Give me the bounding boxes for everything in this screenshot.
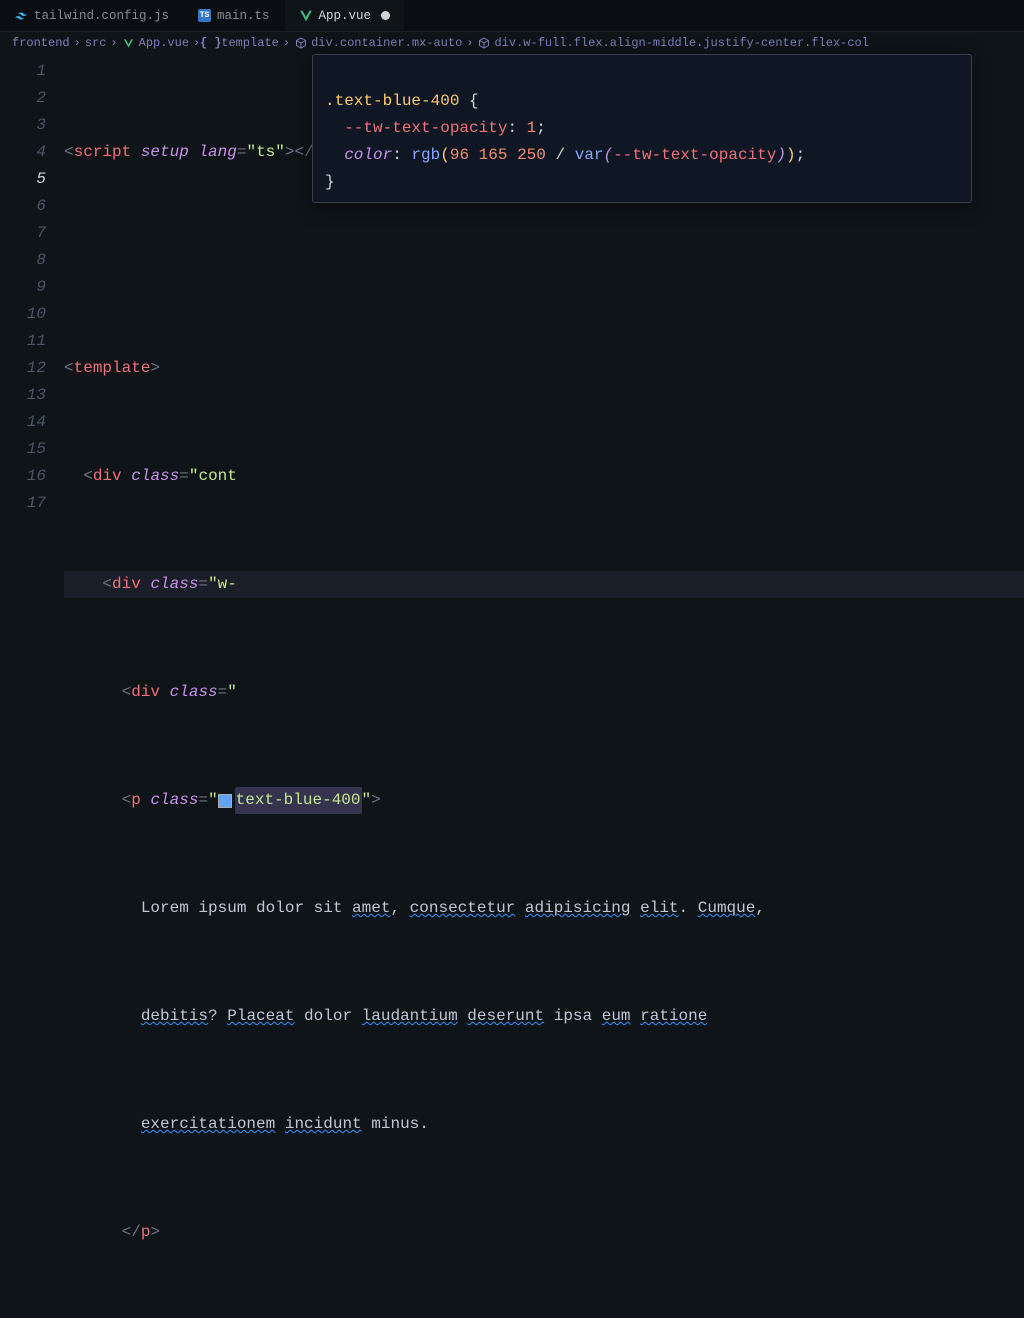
code-line[interactable]: <p class="text-blue-400"> [64, 787, 1024, 814]
code-line[interactable]: Lorem ipsum dolor sit amet, consectetur … [64, 895, 1024, 922]
crumb-item[interactable]: frontend [12, 36, 70, 50]
chevron-right-icon: › [466, 36, 473, 50]
vue-icon [299, 9, 313, 23]
code-line[interactable] [64, 247, 1024, 274]
dirty-indicator-icon [381, 11, 390, 20]
tab-tailwind-config[interactable]: tailwind.config.js [0, 0, 184, 31]
crumb-item[interactable]: { } template [204, 36, 279, 50]
code-line[interactable]: debitis? Placeat dolor laudantium deseru… [64, 1003, 1024, 1030]
hover-tooltip: .text-blue-400 { --tw-text-opacity: 1; c… [312, 54, 972, 203]
chevron-right-icon: › [110, 36, 117, 50]
tab-label: tailwind.config.js [34, 9, 169, 23]
breadcrumb: frontend › src › App.vue › { } template … [0, 32, 1024, 54]
crumb-item[interactable]: div.container.mx-auto [294, 36, 462, 50]
color-swatch-icon [218, 794, 232, 808]
tab-main-ts[interactable]: TS main.ts [184, 0, 285, 31]
code-line[interactable]: <template> [64, 355, 1024, 382]
tab-app-vue[interactable]: App.vue [285, 0, 406, 31]
code-line[interactable]: <div class="cont [64, 463, 1024, 490]
cube-icon [478, 37, 491, 50]
tailwind-icon [14, 9, 28, 23]
code-line[interactable]: <div class=" [64, 679, 1024, 706]
code-line[interactable]: </p> [64, 1219, 1024, 1246]
code-line[interactable]: <div class="w- [64, 571, 1024, 598]
code-line[interactable]: exercitationem incidunt minus. [64, 1111, 1024, 1138]
gutter: 1 2 3 4 5 6 7 8 9 10 11 12 13 14 15 16 1… [0, 54, 64, 659]
braces-icon: { } [204, 37, 217, 50]
cube-icon [294, 37, 307, 50]
vue-icon [122, 37, 135, 50]
tab-label: main.ts [217, 9, 270, 23]
tab-bar: tailwind.config.js TS main.ts App.vue [0, 0, 1024, 32]
code-area[interactable]: <script setup lang="ts"></script> <templ… [64, 54, 1024, 659]
ts-icon: TS [198, 9, 211, 22]
editor[interactable]: 1 2 3 4 5 6 7 8 9 10 11 12 13 14 15 16 1… [0, 54, 1024, 659]
tab-label: App.vue [319, 9, 372, 23]
crumb-item[interactable]: div.w-full.flex.align-middle.justify-cen… [478, 36, 869, 50]
chevron-right-icon: › [283, 36, 290, 50]
chevron-right-icon: › [74, 36, 81, 50]
crumb-item[interactable]: App.vue [122, 36, 189, 50]
crumb-item[interactable]: src [85, 36, 107, 50]
